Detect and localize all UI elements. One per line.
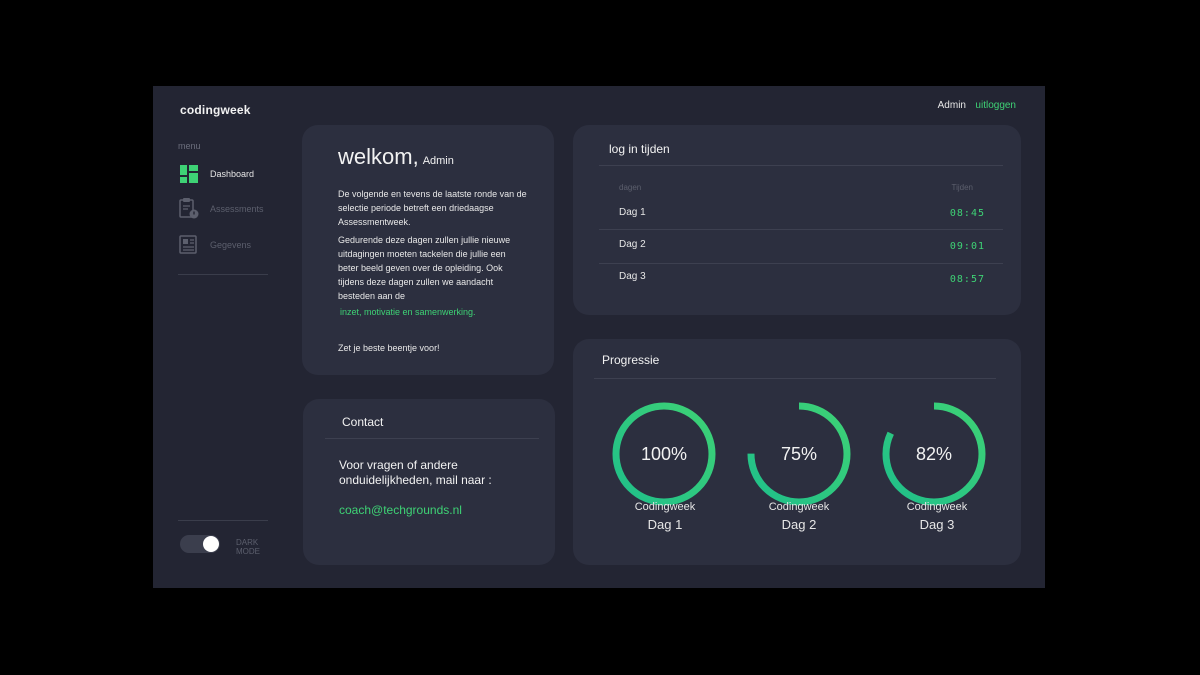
progress-card: Progressie 100% 75% 82% Codingweek Dag 1…	[573, 339, 1021, 565]
progress-label-line1: Codingweek	[634, 501, 696, 513]
contact-title: Contact	[342, 415, 384, 429]
welcome-title: welkom, Admin	[338, 144, 454, 170]
progress-divider	[594, 378, 996, 379]
header-username: Admin	[937, 100, 966, 111]
clipboard-icon	[179, 198, 199, 220]
progress-label-line1: Codingweek	[906, 501, 968, 513]
dashboard-icon	[179, 163, 199, 185]
sidebar-item-gegevens[interactable]: Gegevens	[179, 234, 251, 256]
welcome-highlight: inzet, motivatie en samenwerking.	[340, 307, 476, 317]
column-header-times: Tijden	[951, 183, 974, 192]
dark-mode-toggle[interactable]	[180, 535, 220, 553]
progress-label-dag-3: Codingweek Dag 3	[882, 499, 992, 533]
table-row-day: Dag 2	[619, 239, 646, 250]
row-divider	[599, 263, 1003, 264]
sidebar-item-label: Assessments	[210, 204, 264, 214]
row-divider	[599, 229, 1003, 230]
welcome-paragraph-2: Gedurende deze dagen zullen jullie nieuw…	[338, 235, 511, 301]
menu-label: menu	[178, 141, 201, 151]
column-header-days: dagen	[619, 183, 642, 192]
welcome-heading: welkom,	[338, 144, 419, 169]
table-row-day: Dag 1	[619, 207, 646, 218]
welcome-closing: Zet je beste beentje voor!	[338, 343, 440, 353]
progress-label-line2: Dag 3	[919, 517, 955, 532]
login-times-card: log in tijden dagen Tijden Dag 1 08:45 D…	[573, 125, 1021, 315]
login-times-title: log in tijden	[609, 142, 670, 156]
welcome-paragraph-1: De volgende en tevens de laatste ronde v…	[338, 189, 527, 227]
sidebar-item-label: Gegevens	[210, 240, 252, 250]
progress-ring-dag-1: 100%	[609, 399, 719, 509]
progress-ring-dag-3: 82%	[879, 399, 989, 509]
welcome-user: Admin	[422, 155, 454, 167]
table-row-time: 08:45	[949, 208, 985, 219]
contact-text: Voor vragen of andere onduidelijkheden, …	[339, 458, 492, 487]
progress-label-dag-1: Codingweek Dag 1	[610, 499, 720, 533]
progress-label-line1: Codingweek	[768, 501, 830, 513]
brand-logo: codingweek	[180, 103, 251, 117]
contact-card: Contact Voor vragen of andere onduidelij…	[303, 399, 555, 565]
progress-percent: 82%	[915, 443, 953, 464]
toggle-knob	[203, 536, 219, 552]
welcome-card: welkom, Admin De volgende en tevens de la…	[302, 125, 554, 375]
progress-label-line2: Dag 2	[781, 517, 817, 532]
progress-percent: 75%	[780, 443, 818, 464]
table-row-time: 09:01	[949, 241, 985, 252]
progress-label-dag-2: Codingweek Dag 2	[744, 499, 854, 533]
dark-mode-label: DARK MODE	[236, 538, 260, 556]
contact-email-link[interactable]: coach@techgrounds.nl	[339, 503, 462, 517]
contact-divider	[325, 438, 539, 439]
logout-link[interactable]: uitloggen	[975, 100, 1016, 111]
sidebar-item-dashboard[interactable]: Dashboard	[179, 163, 254, 185]
login-divider	[599, 165, 1003, 166]
progress-title: Progressie	[602, 353, 660, 367]
sidebar-item-assessments[interactable]: Assessments	[179, 198, 264, 220]
table-row-time: 08:57	[949, 274, 985, 285]
progress-ring-dag-2: 75%	[744, 399, 854, 509]
document-icon	[179, 234, 199, 256]
progress-label-line2: Dag 1	[647, 517, 683, 532]
app-window: codingweek menu Dashboard Assessments Ge…	[153, 86, 1045, 588]
sidebar-divider	[178, 274, 268, 275]
progress-percent: 100%	[640, 443, 688, 464]
sidebar-item-label: Dashboard	[210, 169, 255, 179]
sidebar-divider	[178, 520, 268, 521]
table-row-day: Dag 3	[619, 271, 646, 282]
